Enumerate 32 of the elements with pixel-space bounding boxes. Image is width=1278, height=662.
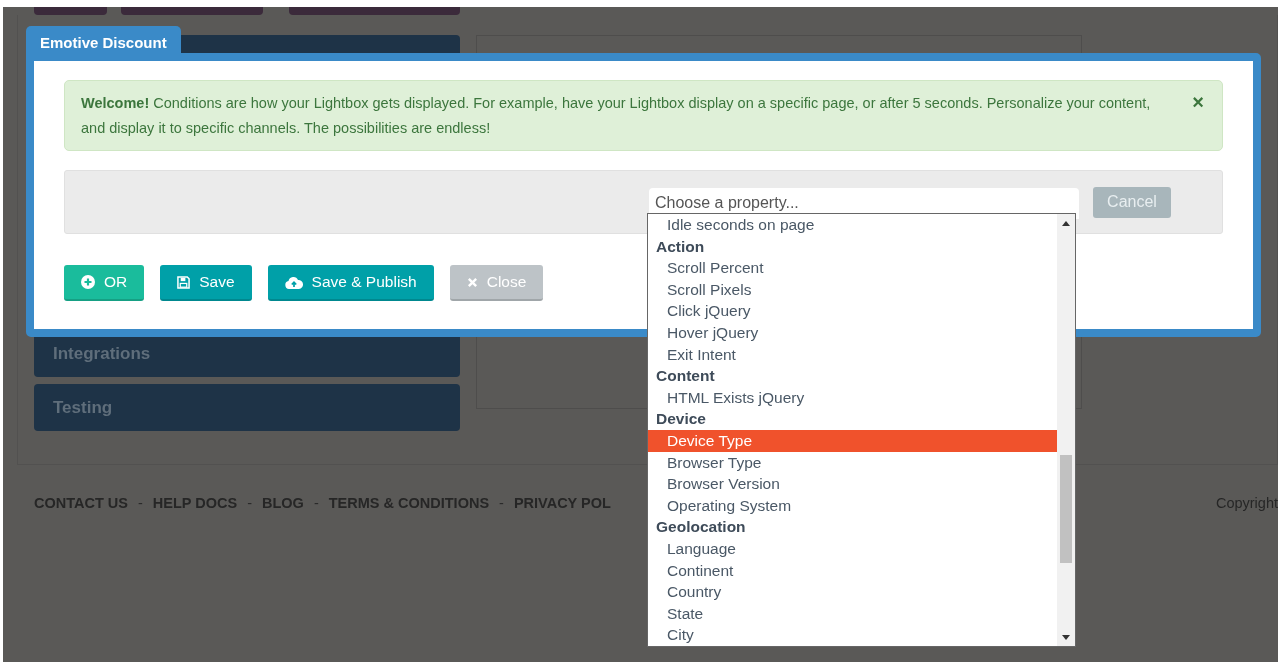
scroll-up-icon[interactable] [1062,221,1070,226]
dropdown-option[interactable]: Scroll Percent [648,257,1057,279]
option-group-label: Action [655,236,706,257]
dropdown-option[interactable]: Country [648,581,1057,603]
dropdown-option[interactable]: Language [648,537,1057,560]
dropdown-option[interactable]: Operating System [648,494,1057,517]
scrollbar[interactable] [1057,214,1075,646]
footer-separator: - [246,495,253,511]
dropdown-option[interactable]: State [648,602,1057,625]
dropdown-option[interactable]: Continent [648,559,1057,582]
alert-message: Welcome! Conditions are how your Lightbox gets displayed. For example, have your Lightbox display on a specific page, or after 5 seconds. Personalize your content, and display it to specific channels. The possibilities are endless! [81,94,1152,138]
dropdown-option[interactable]: Exit Intent [648,343,1057,366]
dropdown-option[interactable]: Click jQuery [648,300,1057,322]
dropdown-option[interactable]: Device Type [648,429,1057,452]
dropdown-option[interactable]: HTML Exists jQuery [648,386,1057,409]
scroll-thumb[interactable] [1060,455,1072,563]
option-group-label: Content [655,366,716,387]
option-group-label: Device [655,409,707,430]
dropdown-option[interactable]: Browser Type [648,451,1057,474]
dropdown-option[interactable]: Browser Version [648,473,1057,495]
close-button[interactable]: × [1192,91,1204,113]
option-group-label: Geolocation [655,517,747,538]
footer-separator: - [137,495,144,511]
dropdown-option[interactable]: City [648,624,1057,646]
plus-circle-icon [81,275,95,289]
cloud-upload-icon [284,275,303,289]
footer-separator: - [312,495,320,511]
close-icon [466,276,478,288]
dropdown-option[interactable]: Hover jQuery [648,321,1057,344]
scroll-down-icon[interactable] [1062,635,1070,640]
footer-separator: - [498,495,505,511]
dropdown-option[interactable]: Scroll Pixels [648,278,1057,301]
